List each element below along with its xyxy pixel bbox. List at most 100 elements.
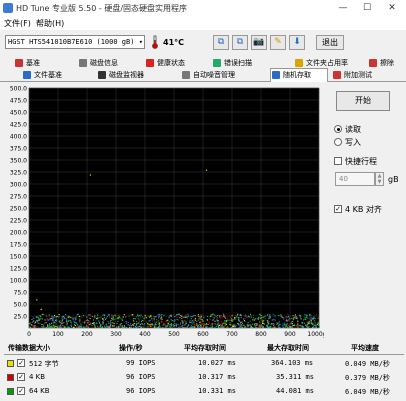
scatter-point: [232, 319, 234, 321]
quick-stroke-checkbox[interactable]: [334, 157, 342, 165]
scatter-point: [194, 319, 196, 321]
scatter-point: [191, 326, 193, 328]
scatter-point: [200, 314, 202, 316]
scatter-point: [200, 326, 202, 328]
scatter-point: [225, 323, 227, 325]
scatter-point: [219, 316, 221, 318]
scatter-point: [214, 322, 216, 324]
scatter-point: [217, 315, 219, 317]
minimize-button[interactable]: —: [332, 1, 354, 15]
scatter-point: [269, 314, 271, 316]
series-checkbox[interactable]: ✓: [17, 373, 25, 381]
scatter-point: [318, 326, 320, 328]
scatter-point: [273, 318, 275, 320]
tab-random-access[interactable]: 随机存取: [270, 68, 328, 82]
scatter-point: [292, 318, 294, 320]
tab-erase[interactable]: 擦除: [368, 57, 394, 69]
tab-aam[interactable]: 自动噪音管理: [181, 69, 235, 81]
scatter-point: [254, 325, 256, 327]
scatter-point: [242, 322, 244, 324]
scatter-point: [238, 323, 240, 325]
erase-icon: [369, 59, 377, 67]
scatter-point: [284, 323, 286, 325]
scatter-point: [180, 314, 182, 316]
scatter-point: [164, 324, 166, 326]
scatter-point: [282, 325, 284, 327]
scatter-point: [234, 323, 236, 325]
scatter-point: [123, 325, 125, 327]
tab-file-benchmark[interactable]: 文件基准: [22, 69, 62, 81]
scatter-point: [268, 318, 270, 320]
spinner-arrows[interactable]: ▲ ▼: [375, 172, 384, 186]
tab-health[interactable]: 健康状态: [145, 57, 185, 69]
scatter-point: [149, 325, 151, 327]
copy-text-icon[interactable]: ⧉: [213, 35, 229, 50]
scatter-point: [84, 320, 86, 322]
scatter-point: [112, 322, 114, 324]
screenshot-icon[interactable]: 📷: [251, 35, 267, 50]
scatter-point: [136, 320, 138, 322]
scatter-point: [140, 322, 142, 324]
save-icon[interactable]: ⬇: [289, 35, 305, 50]
copy-all-icon[interactable]: ⧉: [232, 35, 248, 50]
maximize-button[interactable]: ☐: [356, 1, 378, 15]
series-checkbox[interactable]: ✓: [17, 359, 25, 367]
scatter-point: [170, 315, 172, 317]
menu-file[interactable]: 文件(F): [4, 18, 31, 29]
drive-select[interactable]: HGST HTS541010B7E610 (1000 gB) ▾: [5, 35, 145, 49]
start-button[interactable]: 开始: [336, 91, 390, 111]
scatter-point: [278, 321, 280, 323]
scatter-point: [223, 325, 225, 327]
row-avg: 10.027 ms: [198, 359, 236, 367]
scatter-point: [169, 326, 171, 328]
scatter-point: [252, 319, 254, 321]
scatter-point: [81, 316, 83, 318]
scatter-point: [197, 326, 199, 328]
scatter-point: [163, 324, 165, 326]
scatter-point: [238, 320, 240, 322]
tab-benchmark[interactable]: 基准: [14, 57, 40, 69]
scatter-point: [292, 315, 294, 317]
scatter-point: [88, 321, 90, 323]
scatter-point: [55, 316, 57, 318]
scatter-point: [291, 326, 293, 328]
scatter-point: [228, 319, 230, 321]
scatter-point: [94, 317, 96, 319]
tab-error-scan[interactable]: 错误扫描: [212, 57, 252, 69]
scatter-point: [95, 320, 97, 322]
read-radio[interactable]: [334, 125, 342, 133]
exit-button[interactable]: 退出: [316, 35, 344, 50]
series-checkbox[interactable]: ✓: [17, 387, 25, 395]
scatter-point: [225, 320, 227, 322]
scatter-point: [194, 314, 196, 316]
tab-extra-tests[interactable]: 附加测试: [332, 69, 372, 81]
speaker-icon: [182, 71, 190, 79]
scatter-point: [125, 322, 127, 324]
scatter-point: [272, 314, 274, 316]
tab-disk-info[interactable]: 磁盘信息: [78, 57, 118, 69]
scatter-point: [292, 324, 294, 326]
scatter-point: [176, 316, 178, 318]
scatter-point: [208, 321, 210, 323]
tab-label: 磁盘监视器: [109, 71, 144, 79]
scatter-point: [190, 325, 192, 327]
scatter-point: [150, 316, 152, 318]
tab-disk-monitor[interactable]: 磁盘监视器: [97, 69, 144, 81]
quick-stroke-input[interactable]: 40: [335, 172, 375, 186]
options-icon[interactable]: ✎: [270, 35, 286, 50]
align-4kb-checkbox[interactable]: ✓: [334, 205, 342, 213]
scatter-point: [189, 320, 191, 322]
scatter-point: [44, 319, 46, 321]
scatter-point: [179, 323, 181, 325]
scatter-point: [230, 324, 232, 326]
close-button[interactable]: ✕: [381, 1, 403, 15]
scatter-point: [161, 318, 163, 320]
scatter-point: [109, 326, 111, 328]
scatter-point: [253, 319, 255, 321]
tab-label: 文件基准: [34, 71, 62, 79]
scatter-point: [159, 326, 161, 328]
scatter-point: [294, 323, 296, 325]
menu-help[interactable]: 帮助(H): [36, 18, 64, 29]
scatter-point: [55, 323, 57, 325]
write-radio[interactable]: [334, 138, 342, 146]
